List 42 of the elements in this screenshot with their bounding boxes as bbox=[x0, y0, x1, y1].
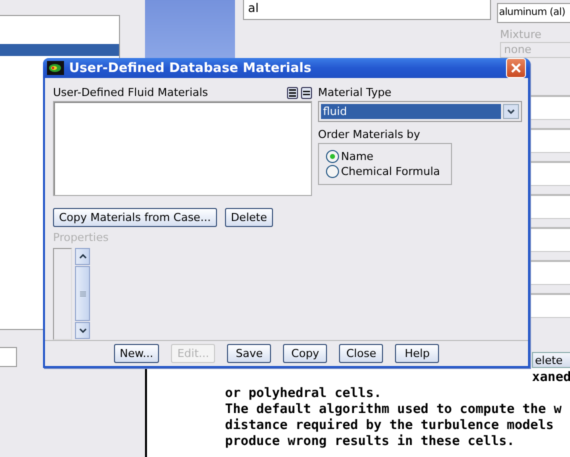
close-icon bbox=[510, 62, 522, 74]
mixture-label: Mixture bbox=[500, 28, 542, 41]
console-line: xaned bbox=[531, 370, 570, 386]
footer-button[interactable]: Copy bbox=[283, 344, 328, 363]
scrollbar[interactable] bbox=[75, 248, 90, 339]
input-field[interactable] bbox=[530, 95, 570, 120]
input-field[interactable] bbox=[530, 161, 570, 186]
list-label: User-Defined Fluid Materials bbox=[53, 86, 210, 99]
action-button[interactable]: Delete bbox=[224, 208, 273, 227]
radio-option[interactable]: Chemical Formula bbox=[326, 165, 444, 178]
grip-icon[interactable] bbox=[80, 290, 86, 296]
footer-button[interactable]: Help bbox=[395, 344, 440, 363]
console-line: distance required by the turbulence models bbox=[225, 418, 555, 434]
input-field[interactable] bbox=[530, 194, 570, 219]
footer-button[interactable]: Close bbox=[339, 344, 384, 363]
action-button[interactable]: Copy Materials from Case... bbox=[53, 208, 217, 227]
properties-label: Properties bbox=[53, 231, 110, 244]
lines-icon bbox=[289, 88, 296, 96]
order-label: Order Materials by bbox=[318, 128, 422, 141]
material-type-label: Material Type bbox=[318, 86, 392, 99]
material-type-dropdown[interactable]: fluid bbox=[318, 101, 522, 122]
partial-button[interactable]: elete bbox=[532, 352, 570, 368]
input-field[interactable] bbox=[530, 227, 570, 252]
app-icon bbox=[47, 61, 64, 75]
input-field[interactable] bbox=[0, 347, 17, 367]
input-field[interactable] bbox=[530, 293, 570, 318]
equals-icon bbox=[303, 90, 310, 96]
select-all-button[interactable] bbox=[287, 86, 298, 98]
material-dropdown[interactable]: aluminum (al) bbox=[497, 3, 570, 23]
console-line: or polyhedral cells. bbox=[225, 386, 383, 402]
window-title: User-Defined Database Materials bbox=[69, 60, 312, 76]
console-line: The default algorithm used to compute the w bbox=[225, 402, 563, 418]
name-field[interactable]: al bbox=[243, 0, 491, 20]
footer-button[interactable]: Save bbox=[227, 344, 272, 363]
deselect-all-button[interactable] bbox=[301, 86, 312, 98]
input-field[interactable] bbox=[530, 260, 570, 285]
chevron-down-icon bbox=[507, 109, 515, 114]
close-button[interactable] bbox=[506, 58, 526, 78]
console-line: produce wrong results in these cells. bbox=[225, 434, 516, 450]
input-field[interactable] bbox=[530, 128, 570, 153]
footer-button[interactable]: New... bbox=[114, 344, 160, 363]
radio-option[interactable]: Name bbox=[326, 150, 444, 163]
